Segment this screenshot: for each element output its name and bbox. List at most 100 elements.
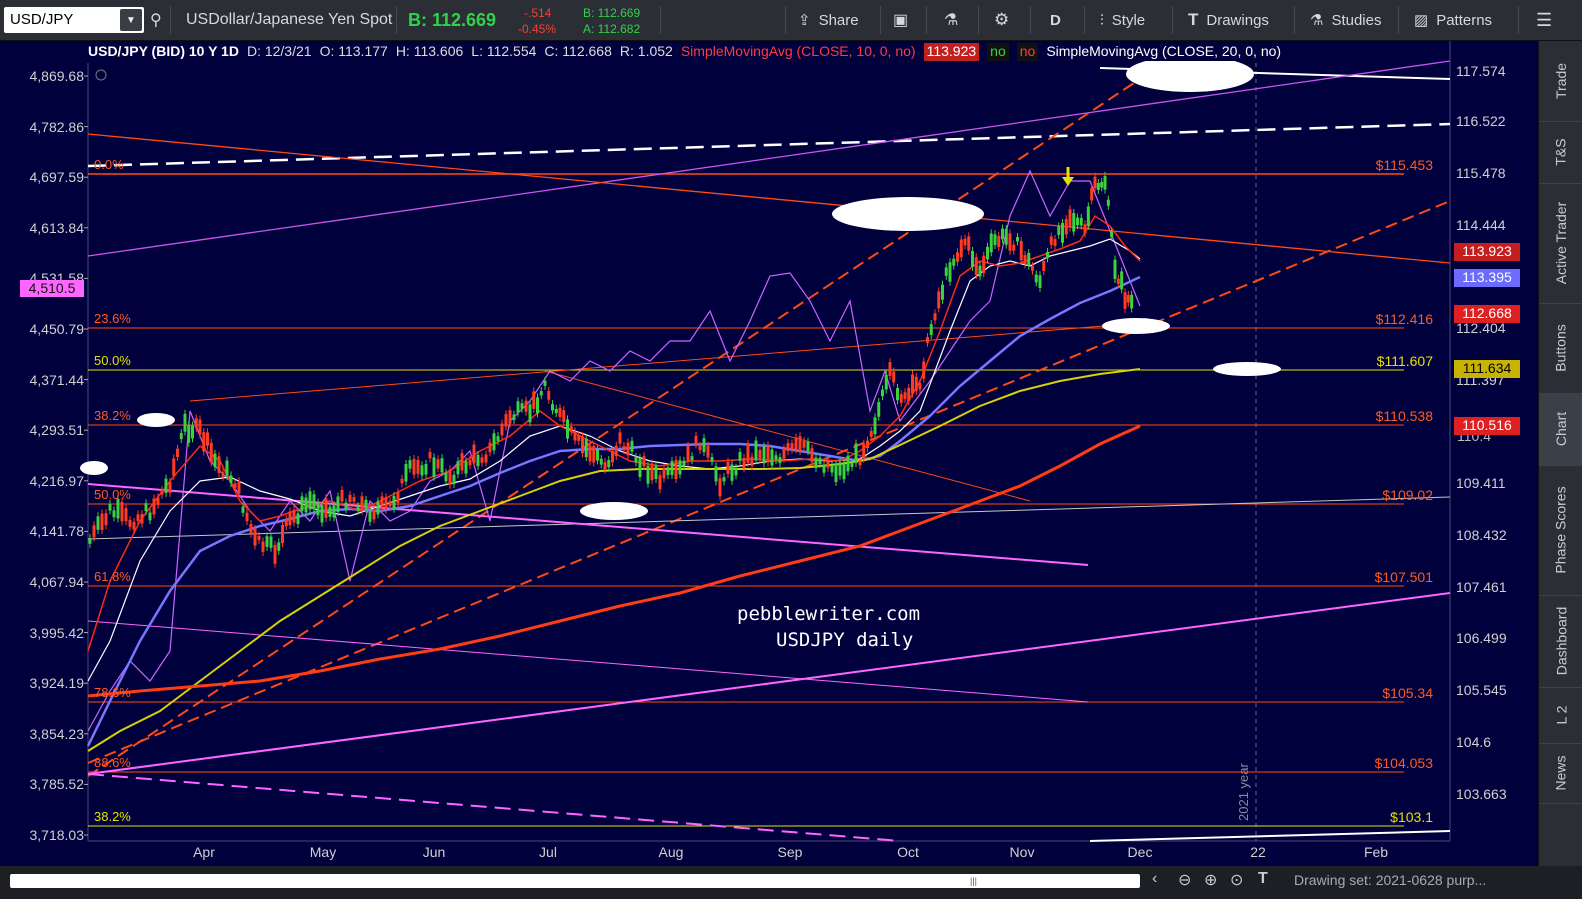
candle-body — [539, 391, 543, 396]
candle-body — [654, 465, 658, 479]
candle-body — [92, 525, 96, 538]
candle-body — [634, 457, 638, 463]
candle-body — [766, 445, 770, 463]
badge-sma-red: 110.516 — [1454, 417, 1520, 435]
candle-body — [1116, 278, 1120, 284]
zoom-out-icon[interactable]: ⊖ — [1178, 870, 1191, 890]
ellipse-oct-high[interactable] — [832, 197, 984, 231]
sidebar-tab-buttons[interactable]: Buttons — [1539, 303, 1582, 394]
candle-body — [971, 251, 974, 267]
sidebar-tab-label: Trade — [1553, 62, 1569, 100]
candle-body — [1046, 251, 1049, 259]
candle-body — [694, 435, 698, 445]
zoom-in-icon[interactable]: ⊕ — [1204, 870, 1217, 890]
price-chart[interactable]: 2021 year USD/JPY (BID) 10 Y 1D D: 12/3/… — [0, 41, 1538, 866]
study-sma10-value: 113.923 — [923, 43, 980, 61]
bid-small: B: 112.669 — [583, 6, 641, 20]
ellipse-left-edge[interactable] — [80, 461, 108, 475]
candle-body — [344, 502, 348, 510]
candle-body — [480, 457, 484, 463]
right-axis-tick: 109.411 — [1456, 475, 1506, 491]
scrollbar-thumb[interactable]: ||| — [970, 876, 1000, 886]
zoom-fit-icon[interactable]: ⊙ — [1230, 870, 1243, 890]
chevron-down-icon[interactable]: ▼ — [120, 9, 142, 31]
flexible-grid-icon[interactable]: ▣ — [893, 0, 908, 40]
scroll-left-icon[interactable]: ‹ — [1152, 870, 1157, 888]
sidebar-tab-chart[interactable]: Chart — [1539, 393, 1582, 466]
sidebar-tab-t-s[interactable]: T&S — [1539, 121, 1582, 184]
ellipse-target[interactable] — [1213, 362, 1281, 376]
candle-body — [830, 465, 834, 473]
sidebar-tab-label: T&S — [1552, 138, 1569, 166]
candle-body — [822, 464, 826, 473]
candle-body — [1123, 292, 1127, 309]
text-tool-icon[interactable]: T — [1258, 870, 1268, 888]
candle-body — [982, 255, 986, 274]
candle-body — [320, 505, 324, 523]
candle-style-icon: ⫶ — [1100, 11, 1104, 29]
time-axis-label: Jun — [422, 844, 446, 860]
sidebar-tab-l-2[interactable]: L 2 — [1539, 687, 1582, 744]
right-axis-tick: 115.478 — [1456, 165, 1506, 181]
candle-body — [100, 513, 104, 531]
flask-icon[interactable]: ⚗ — [944, 0, 958, 40]
candle-body — [907, 387, 911, 402]
left-axis-tick: 4,067.94 — [29, 574, 85, 590]
candle-body — [1126, 294, 1130, 303]
candle-body — [858, 460, 862, 466]
ellipse-dec-low[interactable] — [1102, 318, 1170, 334]
fib-price-label: $111.607 — [1376, 353, 1433, 369]
candle-body — [532, 391, 536, 409]
candle-body — [714, 466, 718, 482]
ellipse-apr[interactable] — [137, 413, 175, 427]
candle-body — [638, 458, 642, 477]
sidebar-tab-active-trader[interactable]: Active Trader — [1539, 183, 1582, 304]
candle-body — [1064, 219, 1068, 235]
candle-body — [88, 537, 92, 544]
gear-icon[interactable]: ⚙ — [994, 0, 1009, 40]
sidebar-tab-phase-scores[interactable]: Phase Scores — [1539, 465, 1582, 596]
candle-body — [140, 514, 144, 524]
candle-body — [332, 505, 336, 518]
sidebar-tab-news[interactable]: News — [1539, 743, 1582, 804]
sidebar-tab-dashboard[interactable]: Dashboard — [1539, 595, 1582, 688]
share-button[interactable]: ⇪ Share — [798, 0, 859, 40]
left-axis-tick: 3,785.52 — [29, 776, 85, 793]
candle-body — [956, 252, 959, 262]
patterns-button[interactable]: ▨ Patterns — [1414, 0, 1492, 40]
fib-price-label: $104.053 — [1374, 755, 1433, 771]
candle-body — [172, 458, 176, 476]
candle-body — [448, 469, 452, 485]
period-button[interactable]: D — [1050, 0, 1061, 40]
link-icon[interactable]: ⚲ — [150, 0, 162, 40]
left-axis-tick: 4,613.84 — [29, 219, 85, 236]
menu-icon[interactable]: ☰ — [1536, 0, 1552, 40]
candle-body — [599, 458, 603, 465]
candle-body — [558, 407, 562, 418]
candle-body — [408, 460, 412, 469]
right-axis-tick: 108.432 — [1456, 527, 1507, 543]
candle-body — [187, 424, 191, 443]
candle-body — [1019, 240, 1023, 261]
candle-body — [1086, 206, 1090, 226]
candle-body — [877, 401, 881, 417]
drawings-button[interactable]: T Drawings — [1188, 0, 1269, 40]
drawing-set-label[interactable]: Drawing set: 2021-0628 purp... — [1294, 872, 1486, 888]
horizontal-scrollbar[interactable]: ||| — [10, 874, 1140, 888]
candle-body — [504, 414, 508, 427]
candle-body — [112, 510, 116, 518]
candle-body — [1110, 231, 1114, 238]
sidebar-tab-trade[interactable]: Trade — [1539, 41, 1582, 122]
ellipse-top[interactable] — [1126, 56, 1254, 92]
candle-body — [376, 501, 380, 515]
study-sma10-label[interactable]: SimpleMovingAvg (CLOSE, 10, 0, no) — [681, 43, 916, 61]
candle-body — [802, 441, 806, 448]
ellipse-jul-low[interactable] — [580, 502, 648, 520]
studies-button[interactable]: ⚗ Studies — [1310, 0, 1382, 40]
candle-body — [734, 467, 738, 476]
candle-body — [682, 460, 686, 467]
symbol-selector[interactable]: USD/JPY ▼ — [4, 7, 144, 33]
style-button[interactable]: ⫶ Style — [1100, 0, 1145, 40]
study-sma20-label[interactable]: SimpleMovingAvg (CLOSE, 20, 0, no) — [1046, 43, 1281, 61]
candle-body — [826, 461, 830, 468]
